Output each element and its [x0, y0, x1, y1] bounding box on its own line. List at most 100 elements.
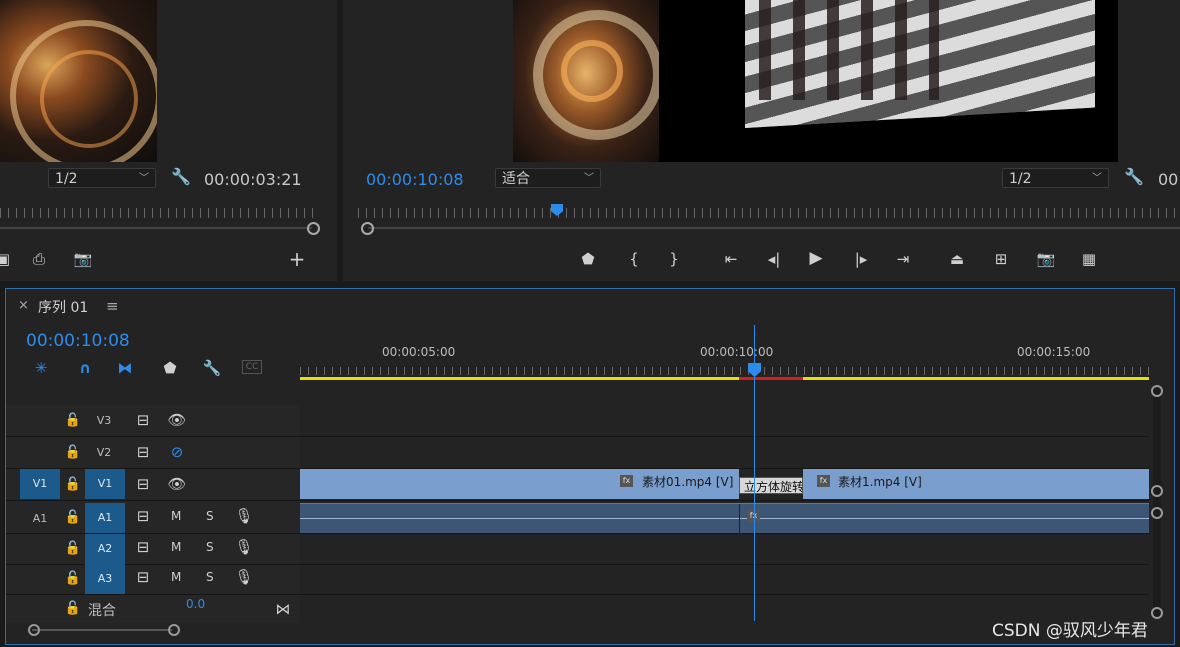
wrench-icon[interactable]: 🔧 — [201, 359, 223, 377]
add-marker-icon[interactable]: ⬟ — [159, 359, 181, 377]
source-patch-v1[interactable]: V1 — [20, 469, 60, 499]
sync-lock-icon[interactable]: ⊟ — [132, 475, 154, 493]
horizontal-scrollbar[interactable] — [28, 624, 180, 636]
lift-icon[interactable]: ⏏ — [946, 250, 968, 268]
chevron-down-icon: ﹀ — [584, 173, 594, 184]
panel-menu-icon[interactable]: ≡ — [106, 297, 119, 315]
track-label-v1[interactable]: V1 — [85, 469, 125, 499]
sync-lock-icon[interactable]: ⊟ — [132, 568, 154, 586]
microphone-icon[interactable]: 🎙 — [233, 568, 255, 586]
sync-lock-icon[interactable]: ⊟ — [132, 443, 154, 461]
mute-button[interactable]: M — [171, 540, 181, 554]
lock-icon[interactable]: 🔓 — [62, 509, 84, 527]
sequence-tab-title[interactable]: 序列 01 — [38, 297, 88, 317]
microphone-icon[interactable]: 🎙 — [233, 507, 255, 525]
comparison-view-icon[interactable]: ▦ — [1078, 250, 1100, 268]
track-row-v2: 🔓 V2 ⊟ ⊘ — [6, 437, 1149, 469]
program-scale-dropdown[interactable]: 1/2 ﹀ — [1002, 168, 1109, 188]
track-label-v2[interactable]: V2 — [91, 446, 117, 459]
transition-label: 立方体旋转 — [744, 480, 803, 494]
timeline-ruler-ticks[interactable] — [300, 367, 1149, 375]
eye-icon[interactable]: 👁 — [166, 475, 188, 493]
source-monitor-panel: 1/2 ﹀ 🔧 00:00:03:21 ▣ ⎙ 📷 + — [0, 0, 337, 281]
lock-icon[interactable]: 🔓 — [62, 540, 84, 558]
close-icon[interactable]: × — [18, 298, 29, 313]
sync-lock-icon[interactable]: ⊟ — [132, 411, 154, 429]
timeline-timecode[interactable]: 00:00:10:08 — [26, 331, 130, 351]
ruler-label: 00:00:05:00 — [382, 345, 456, 359]
fx-badge-icon: fx — [620, 475, 633, 487]
mix-volume-value[interactable]: 0.0 — [186, 597, 205, 611]
wrench-icon[interactable]: 🔧 — [170, 168, 192, 186]
camera-icon[interactable]: 📷 — [72, 250, 94, 268]
ruler-label: 00:00:10:00 — [700, 345, 774, 359]
jump-to-edit-icon[interactable]: ⋈ — [272, 600, 294, 618]
extract-icon[interactable]: ⊞ — [990, 250, 1012, 268]
export-frame-icon[interactable]: ⎙ — [28, 250, 50, 268]
wrench-icon[interactable]: 🔧 — [1123, 168, 1145, 186]
lock-icon[interactable]: 🔓 — [62, 570, 84, 588]
clip-name: 素材1.mp4 [V] — [838, 475, 922, 489]
linked-selection-icon[interactable]: ⧓ — [114, 359, 136, 377]
source-timecode: 00:00:03:21 — [204, 170, 302, 189]
track-row-mix: 🔓 混合 0.0 ⋈ — [6, 594, 1149, 624]
mute-button[interactable]: M — [171, 570, 181, 584]
sync-lock-icon[interactable]: ⊟ — [132, 507, 154, 525]
transition-cube-spin[interactable]: 立方体旋转 — [739, 477, 803, 494]
mark-in-icon[interactable]: { — [623, 250, 645, 268]
source-scale-dropdown[interactable]: 1/2 ﹀ — [48, 168, 156, 188]
eye-icon[interactable]: 👁 — [166, 411, 188, 429]
camera-icon[interactable]: 📷 — [1035, 250, 1057, 268]
eye-hidden-icon[interactable]: ⊘ — [166, 443, 188, 461]
source-scale-value: 1/2 — [55, 171, 78, 187]
program-timecode-right: 00: — [1158, 170, 1180, 189]
mark-out-icon[interactable]: } — [663, 250, 685, 268]
add-marker-icon[interactable]: ⬟ — [577, 250, 599, 268]
vertical-scrollbar[interactable] — [1151, 385, 1163, 619]
program-scroll-handle[interactable] — [361, 222, 374, 235]
go-to-in-icon[interactable]: ⇤ — [720, 250, 742, 268]
source-scroll-handle[interactable] — [307, 222, 320, 235]
timeline-panel: × 序列 01 ≡ 00:00:10:08 ✳ ∩ ⧓ ⬟ 🔧 CC 00:00… — [5, 288, 1175, 645]
chevron-down-icon: ﹀ — [139, 173, 149, 184]
microphone-icon[interactable]: 🎙 — [233, 538, 255, 556]
go-to-out-icon[interactable]: ⇥ — [892, 250, 914, 268]
sync-lock-icon[interactable]: ⊟ — [132, 538, 154, 556]
program-scale-value: 1/2 — [1009, 171, 1032, 187]
solo-button[interactable]: S — [206, 540, 214, 554]
partial-icon[interactable]: ▣ — [0, 250, 14, 268]
step-back-icon[interactable]: ◂| — [763, 250, 785, 268]
track-row-a3: 🔓 A3 ⊟ M S 🎙 — [6, 564, 1149, 595]
captions-icon[interactable]: CC — [242, 360, 262, 374]
track-label-v3[interactable]: V3 — [91, 414, 117, 427]
render-status-red — [739, 377, 803, 380]
mix-label: 混合 — [88, 603, 116, 619]
program-timecode: 00:00:10:08 — [366, 170, 464, 189]
nest-sequence-icon[interactable]: ✳ — [30, 359, 52, 377]
track-row-a2: 🔓 A2 ⊟ M S 🎙 — [6, 534, 1149, 565]
track-label-a1[interactable]: A1 — [85, 503, 125, 533]
add-button-icon[interactable]: + — [286, 249, 308, 269]
lock-icon[interactable]: 🔓 — [62, 412, 84, 430]
chevron-down-icon: ﹀ — [1092, 173, 1102, 184]
snap-magnet-icon[interactable]: ∩ — [74, 359, 96, 377]
step-forward-icon[interactable]: |▸ — [850, 250, 872, 268]
lock-icon[interactable]: 🔓 — [62, 600, 84, 618]
solo-button[interactable]: S — [206, 509, 214, 523]
program-monitor-panel: 00:00:10:08 适合 ﹀ 1/2 ﹀ 🔧 00: ⬟ { } ⇤ ◂| … — [343, 0, 1180, 281]
play-icon[interactable]: ▶ — [805, 249, 827, 267]
lock-icon[interactable]: 🔓 — [62, 476, 84, 494]
source-patch-a1[interactable]: A1 — [26, 512, 54, 525]
mute-button[interactable]: M — [171, 509, 181, 523]
lock-icon[interactable]: 🔓 — [62, 444, 84, 462]
solo-button[interactable]: S — [206, 570, 214, 584]
fit-dropdown[interactable]: 适合 ﹀ — [495, 168, 601, 188]
audio-clip[interactable]: fx — [300, 503, 1149, 534]
program-scroll-track — [368, 227, 1180, 229]
work-area-bar[interactable] — [300, 377, 1149, 380]
track-label-a2[interactable]: A2 — [85, 534, 125, 564]
video-clip[interactable]: fx 素材01.mp4 [V] — [300, 469, 739, 499]
track-row-v3: 🔓 V3 ⊟ 👁 — [6, 405, 1149, 437]
track-label-a3[interactable]: A3 — [85, 564, 125, 594]
video-clip[interactable]: fx 素材1.mp4 [V] — [803, 469, 1149, 499]
